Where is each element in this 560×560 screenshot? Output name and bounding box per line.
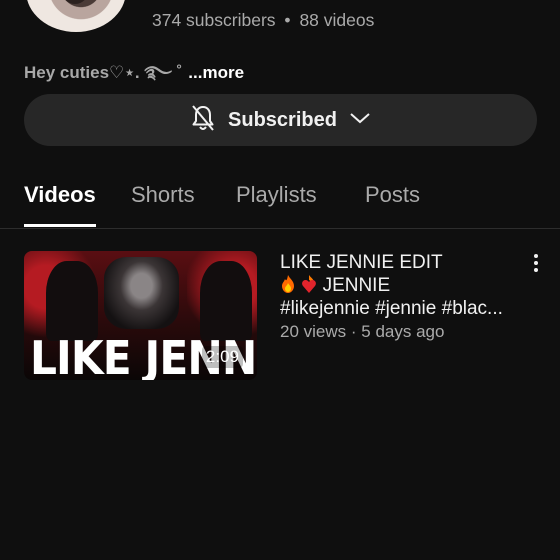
subscribed-label: Subscribed [228,108,337,131]
channel-avatar[interactable] [26,0,126,32]
more-link[interactable]: ...more [188,63,244,82]
bell-off-icon [190,104,216,137]
fire-icon [280,275,301,296]
view-count: 20 views [280,322,347,341]
tabs-divider [0,228,560,229]
tab-posts[interactable]: Posts [365,182,420,208]
bio-text: Hey cuties♡⋆. ࿐ ˚ [24,63,183,82]
more-options-icon[interactable] [526,254,546,278]
active-tab-indicator [24,224,96,227]
video-stats: 20 views · 5 days ago [280,320,530,343]
tab-videos[interactable]: Videos [24,182,96,208]
channel-tabs: Videos Shorts Playlists Posts [0,170,560,228]
video-meta[interactable]: LIKE JENNIE EDIT JENNIE #likejennie #jen… [280,251,530,343]
thumbnail-figure [46,261,98,341]
thumbnail-crowd [104,257,179,329]
video-title-line2: JENNIE [280,274,530,297]
thumbnail-figure [200,261,252,341]
video-duration: 2:09 [201,346,243,368]
channel-stats: 374 subscribers • 88 videos [152,10,374,31]
chevron-down-icon [349,111,371,130]
video-age: 5 days ago [361,322,445,341]
stats-separator: · [350,322,357,341]
video-item[interactable]: LIKE JENNIE 2:09 LIKE JENNIE EDIT JENNIE… [24,251,560,381]
flaming-heart-icon [301,275,322,296]
subscribed-button[interactable]: Subscribed [24,94,537,146]
video-title-word: JENNIE [322,275,391,296]
video-thumbnail[interactable]: LIKE JENNIE 2:09 [24,251,257,380]
video-title-line1: LIKE JENNIE EDIT [280,252,443,273]
tab-shorts[interactable]: Shorts [131,182,195,208]
subscriber-count: 374 subscribers [152,10,276,30]
video-title-line3: #likejennie #jennie #blac... [280,298,503,319]
video-count: 88 videos [299,10,375,30]
tab-playlists[interactable]: Playlists [236,182,317,208]
stats-separator: • [284,10,291,30]
